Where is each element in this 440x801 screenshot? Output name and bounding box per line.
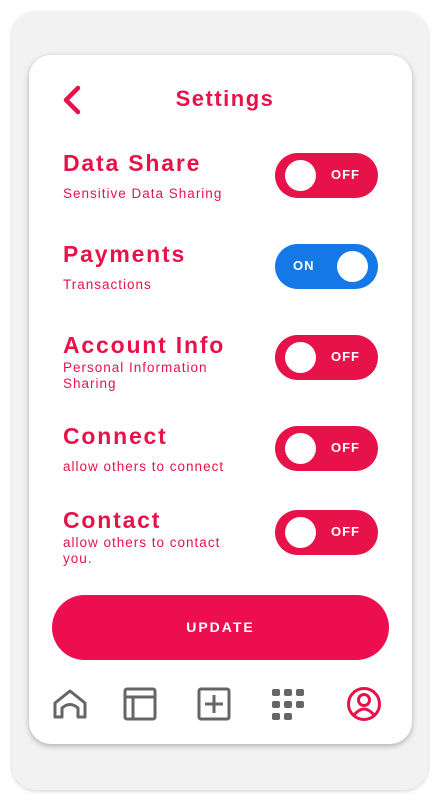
- toggle-payments[interactable]: ON: [275, 244, 378, 289]
- setting-row-connect: Connect allow others to connect OFF: [63, 423, 383, 493]
- toggle-state-label: ON: [293, 258, 315, 273]
- setting-subtitle: Transactions: [63, 277, 152, 292]
- setting-row-account-info: Account Info Personal Information Sharin…: [63, 332, 383, 402]
- setting-subtitle: Personal Information Sharing: [63, 360, 208, 391]
- setting-subtitle: allow others to contact you.: [63, 535, 221, 566]
- toggle-knob: [285, 160, 316, 191]
- add-icon[interactable]: [196, 686, 232, 722]
- setting-row-contact: Contact allow others to contact you. OFF: [63, 507, 383, 577]
- setting-title: Data Share: [63, 150, 202, 176]
- setting-title: Account Info: [63, 332, 226, 358]
- toggle-knob: [337, 251, 368, 282]
- home-icon[interactable]: [52, 686, 88, 722]
- page-title: Settings: [175, 86, 275, 111]
- toggle-state-label: OFF: [331, 524, 360, 539]
- toggle-state-label: OFF: [331, 349, 360, 364]
- apps-grid-icon[interactable]: [270, 686, 306, 722]
- setting-title: Contact: [63, 507, 162, 533]
- toggle-data-share[interactable]: OFF: [275, 153, 378, 198]
- toggle-state-label: OFF: [331, 440, 360, 455]
- toggle-connect[interactable]: OFF: [275, 426, 378, 471]
- toggle-knob: [285, 517, 316, 548]
- setting-row-data-share: Data Share Sensitive Data Sharing OFF: [63, 150, 383, 220]
- back-button[interactable]: [60, 84, 88, 116]
- profile-icon[interactable]: [346, 686, 382, 722]
- toggle-knob: [285, 342, 316, 373]
- update-button[interactable]: UPDATE: [52, 595, 389, 660]
- toggle-state-label: OFF: [331, 167, 360, 182]
- setting-title: Payments: [63, 241, 187, 267]
- toggle-account-info[interactable]: OFF: [275, 335, 378, 380]
- toggle-contact[interactable]: OFF: [275, 510, 378, 555]
- toggle-knob: [285, 433, 316, 464]
- setting-row-payments: Payments Transactions ON: [63, 241, 383, 311]
- setting-title: Connect: [63, 423, 168, 449]
- setting-subtitle: Sensitive Data Sharing: [63, 186, 223, 201]
- layout-icon[interactable]: [122, 686, 158, 722]
- setting-subtitle: allow others to connect: [63, 459, 225, 474]
